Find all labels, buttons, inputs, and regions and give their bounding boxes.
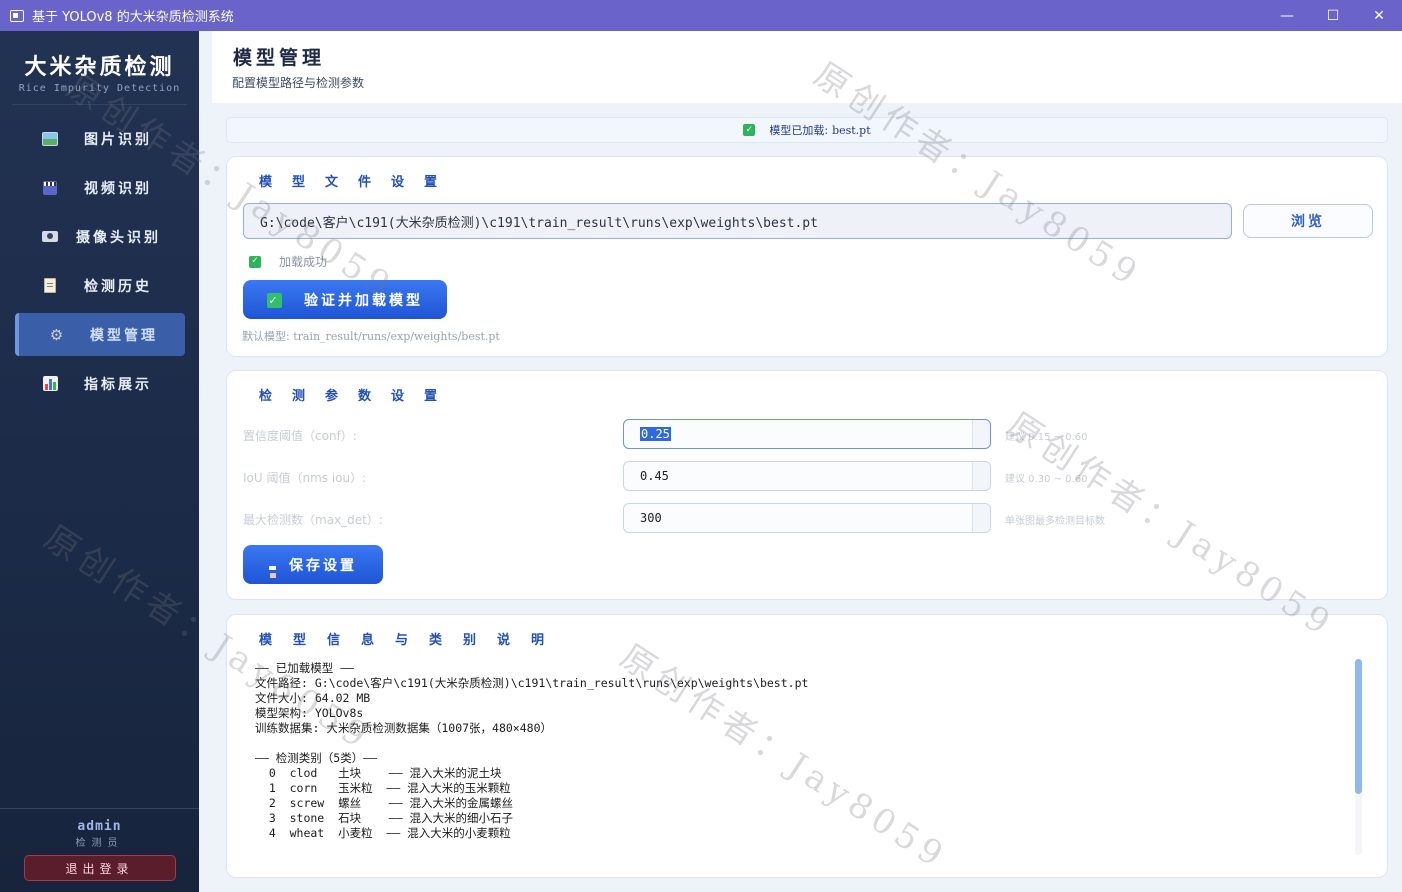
gear-icon: ⚙ — [49, 325, 67, 344]
default-model-label: 默认模型: — [242, 330, 290, 343]
window-title: 基于 YOLOv8 的大米杂质检测系统 — [32, 10, 234, 25]
clipboard-icon — [40, 278, 60, 294]
conf-label: 置信度阈值（conf）: — [243, 429, 357, 443]
verify-load-label: 验证并加载模型 — [304, 292, 423, 309]
sidebar-item-metrics[interactable]: 指标展示 — [15, 362, 185, 405]
conf-spinbox[interactable]: 0.25 — [623, 419, 991, 449]
brand-subtitle: Rice Impurity Detection — [18, 83, 181, 94]
status-text: 模型已加载: — [769, 124, 829, 137]
page-subtitle: 配置模型路径与检测参数 — [232, 76, 365, 90]
nav-menu: 图片识别 视频识别 摄像头识别 检测历史 ⚙ 模型管理 指标展示 — [0, 117, 199, 405]
user-name: admin — [77, 819, 122, 834]
card-title: 模型文件设置 — [259, 175, 458, 190]
default-model-hint: 默认模型: train_result/runs/exp/weights/best… — [242, 328, 500, 344]
brand: 大米杂质检测 Rice Impurity Detection — [12, 31, 187, 105]
detection-params-card: 检测参数设置 置信度阈值（conf）: 0.25 建议 0.15 ~ 0.60 … — [226, 370, 1388, 600]
iou-value: 0.45 — [640, 469, 669, 483]
check-icon: ✓ — [743, 124, 756, 136]
max-det-hint: 单张图最多检测目标数 — [1005, 516, 1105, 527]
spin-arrows-icon[interactable] — [972, 420, 990, 448]
model-path-input[interactable]: G:\code\客户\c191(大米杂质检测)\c191\train_resul… — [243, 203, 1232, 239]
max-det-value: 300 — [640, 511, 662, 525]
camera-icon — [40, 229, 60, 245]
load-status-text: 加载成功 — [279, 255, 328, 269]
sidebar-item-video-recognition[interactable]: 视频识别 — [15, 166, 185, 209]
brand-title: 大米杂质检测 — [24, 54, 175, 80]
load-status: ✓ 加载成功 — [249, 253, 327, 270]
maximize-button[interactable]: ☐ — [1310, 0, 1356, 31]
model-info-text[interactable]: —— 已加载模型 —— 文件路径: G:\code\客户\c191(大米杂质检测… — [255, 661, 1355, 861]
window-controls: — ☐ ✕ — [1264, 0, 1402, 31]
iou-label: IoU 阈值（nms iou）: — [243, 471, 367, 485]
user-role: 检测员 — [75, 838, 124, 849]
close-button[interactable]: ✕ — [1356, 0, 1402, 31]
card-title: 检测参数设置 — [259, 389, 458, 404]
verify-load-button[interactable]: ✓ 验证并加载模型 — [243, 280, 447, 319]
conf-value: 0.25 — [640, 427, 671, 441]
clapper-icon — [40, 180, 60, 196]
user-panel: admin 检测员 退出登录 — [0, 808, 199, 892]
browse-button[interactable]: 浏览 — [1243, 204, 1373, 238]
check-icon: ✓ — [267, 292, 282, 308]
logout-button[interactable]: 退出登录 — [23, 855, 176, 881]
sidebar-item-label: 摄像头识别 — [76, 229, 161, 246]
sidebar-item-label: 指标展示 — [84, 376, 152, 393]
card-title: 模型信息与类别说明 — [259, 633, 566, 648]
scrollbar-thumb[interactable] — [1355, 659, 1362, 794]
model-file-card: 模型文件设置 G:\code\客户\c191(大米杂质检测)\c191\trai… — [226, 156, 1388, 357]
image-icon — [40, 131, 60, 147]
default-model-path: train_result/runs/exp/weights/best.pt — [293, 330, 500, 343]
page-header: 模型管理 配置模型路径与检测参数 — [212, 31, 1402, 103]
sidebar: 大米杂质检测 Rice Impurity Detection 图片识别 视频识别… — [0, 31, 199, 892]
iou-spinbox[interactable]: 0.45 — [623, 461, 991, 491]
sidebar-item-label: 模型管理 — [90, 327, 158, 344]
sidebar-item-image-recognition[interactable]: 图片识别 — [15, 117, 185, 160]
max-det-label: 最大检测数（max_det）: — [243, 513, 383, 527]
page-title: 模型管理 — [233, 47, 326, 69]
model-info-card: 模型信息与类别说明 —— 已加载模型 —— 文件路径: G:\code\客户\c… — [226, 614, 1388, 878]
sidebar-item-label: 视频识别 — [84, 180, 152, 197]
iou-hint: 建议 0.30 ~ 0.60 — [1005, 474, 1088, 485]
check-icon: ✓ — [249, 255, 261, 268]
main-content: 模型管理 配置模型路径与检测参数 ✓ 模型已加载: best.pt 模型文件设置… — [199, 31, 1402, 892]
save-settings-button[interactable]: 保存设置 — [243, 545, 383, 584]
model-status-bar: ✓ 模型已加载: best.pt — [226, 117, 1388, 143]
spin-arrows-icon[interactable] — [972, 462, 990, 490]
app-icon — [10, 9, 24, 22]
status-file: best.pt — [832, 123, 871, 137]
minimize-button[interactable]: — — [1264, 0, 1310, 31]
sidebar-item-history[interactable]: 检测历史 — [15, 264, 185, 307]
title-bar: 基于 YOLOv8 的大米杂质检测系统 — ☐ ✕ — [0, 0, 1402, 31]
save-settings-label: 保存设置 — [289, 557, 357, 574]
conf-hint: 建议 0.15 ~ 0.60 — [1005, 432, 1088, 443]
sidebar-item-label: 检测历史 — [84, 278, 152, 295]
sidebar-item-model-management[interactable]: ⚙ 模型管理 — [15, 313, 185, 356]
spin-arrows-icon[interactable] — [972, 504, 990, 532]
max-det-spinbox[interactable]: 300 — [623, 503, 991, 533]
bar-chart-icon — [40, 376, 60, 392]
info-scrollbar[interactable] — [1355, 659, 1362, 855]
sidebar-item-camera-recognition[interactable]: 摄像头识别 — [15, 215, 185, 258]
sidebar-item-label: 图片识别 — [84, 131, 152, 148]
